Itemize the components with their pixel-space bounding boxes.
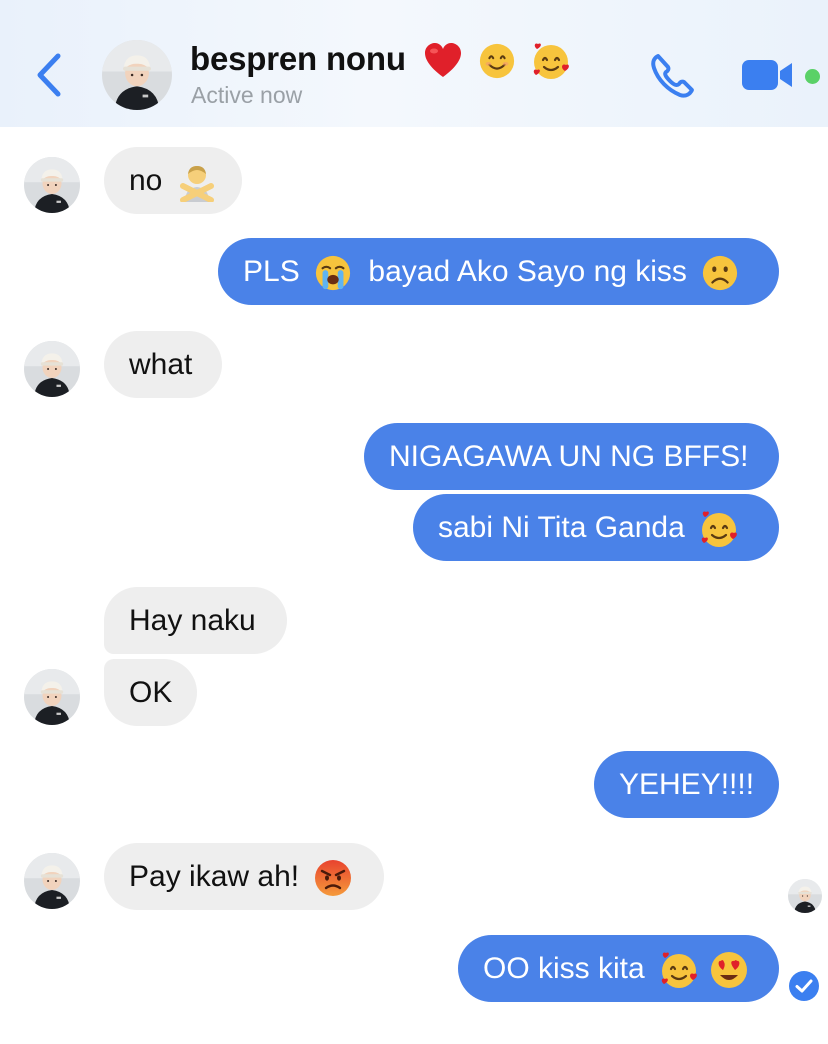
message-bubble-outgoing[interactable]: YEHEY!!!! [594, 751, 779, 818]
message-text: OO kiss kita [483, 952, 645, 985]
message-bubble-outgoing[interactable]: PLS bayad Ako Sayo ng kiss [218, 238, 779, 305]
chevron-left-icon [37, 53, 61, 97]
loudly-crying-face-emoji [315, 255, 351, 291]
message-text: Pay ikaw ah! [129, 860, 300, 893]
smiling-face-with-hearts-emoji [661, 952, 697, 989]
message-text: sabi Ni Tita Ganda [438, 511, 685, 544]
video-call-button[interactable] [740, 56, 796, 94]
smiling-face-emoji [479, 44, 514, 79]
smiling-face-with-hearts-emoji [701, 511, 738, 548]
seen-by-avatar [788, 879, 822, 913]
message-text: what [129, 348, 193, 381]
voice-call-button[interactable] [648, 52, 698, 100]
delivered-check-icon [789, 971, 819, 1001]
angry-face-emoji [315, 860, 352, 897]
message-text-continued: bayad Ako Sayo ng kiss [368, 255, 687, 288]
contact-name[interactable]: bespren nonu [190, 40, 571, 81]
message-text: PLS [243, 255, 300, 288]
active-status: Active now [191, 82, 303, 108]
frowning-face-emoji [703, 255, 738, 291]
online-indicator [805, 69, 820, 84]
contact-avatar-small[interactable] [24, 157, 80, 213]
message-bubble-outgoing[interactable]: sabi Ni Tita Ganda [413, 494, 779, 561]
message-bubble-incoming[interactable]: OK [104, 659, 197, 726]
phone-icon [651, 54, 694, 98]
message-bubble-outgoing[interactable]: OO kiss kita [458, 935, 779, 1002]
contact-avatar[interactable] [102, 40, 172, 110]
contact-name-text: bespren nonu [190, 40, 406, 77]
message-text: NIGAGAWA UN NG BFFS! [389, 440, 749, 473]
message-text: OK [129, 676, 173, 709]
contact-avatar-small[interactable] [24, 853, 80, 909]
message-bubble-outgoing[interactable]: NIGAGAWA UN NG BFFS! [364, 423, 779, 490]
message-bubble-incoming[interactable]: Hay naku [104, 587, 287, 654]
smiling-face-with-hearts-emoji [533, 43, 569, 80]
message-text: Hay naku [129, 604, 256, 637]
message-bubble-incoming[interactable]: what [104, 331, 222, 398]
back-button[interactable] [30, 50, 70, 100]
message-text: no [129, 164, 163, 197]
contact-avatar-small[interactable] [24, 341, 80, 397]
message-text: YEHEY!!!! [619, 768, 755, 801]
heart-emoji [424, 43, 461, 78]
chat-header: bespren nonu Active now [0, 0, 828, 127]
video-camera-icon [742, 60, 792, 90]
message-bubble-incoming[interactable]: no [104, 147, 242, 214]
heart-eyes-emoji [711, 952, 748, 989]
message-bubble-incoming[interactable]: Pay ikaw ah! [104, 843, 384, 910]
contact-avatar-small[interactable] [24, 669, 80, 725]
person-gesturing-no-emoji [179, 166, 214, 203]
